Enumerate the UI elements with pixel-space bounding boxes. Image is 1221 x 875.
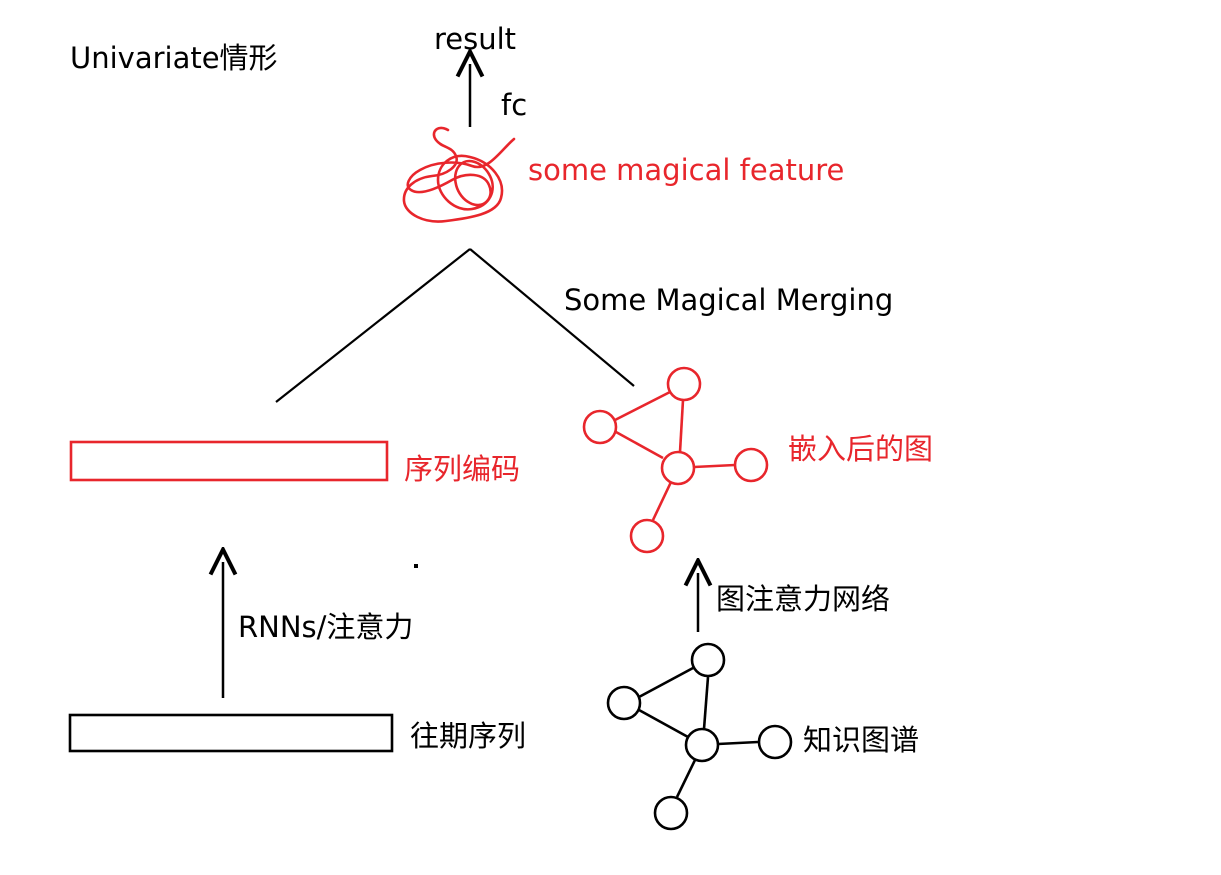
embedded-graph-edge (614, 390, 671, 422)
knowledge-graph-edge (638, 666, 694, 699)
knowledge-graph-edge (717, 740, 759, 746)
knowledge-graph-node (757, 724, 793, 760)
encoded-sequence-box (69, 440, 389, 482)
embedded-graph-node (660, 450, 696, 486)
knowledge-graph-label: 知识图谱 (803, 723, 919, 757)
diagram-title: Univariate情形 (70, 41, 278, 75)
encoded-sequence-label: 序列编码 (404, 452, 520, 486)
embedded-graph-label: 嵌入后的图 (788, 432, 933, 466)
diagram-svg: Univariate情形 result fc some magical feat… (68, 22, 933, 831)
knowledge-graph-node (606, 685, 642, 721)
input-sequence-box (68, 713, 394, 753)
knowledge-graph-node (690, 642, 726, 678)
fc-label: fc (501, 88, 527, 122)
input-sequence-label: 往期序列 (410, 719, 526, 753)
embedded-graph-edge (678, 399, 685, 453)
embedded-graph-node (666, 366, 702, 402)
knowledge-graph-node (684, 727, 720, 763)
feature-label: some magical feature (528, 153, 844, 187)
embedded-graph-node (629, 518, 665, 554)
embedded-graph-edge (693, 463, 736, 469)
knowledge-graph-edge (675, 759, 697, 798)
knowledge-graph-edge (702, 676, 710, 730)
knowledge-graph (606, 642, 793, 831)
merge-line-right (469, 248, 635, 387)
rnn-label: RNNs/注意力 (238, 610, 413, 644)
knowledge-graph-node (653, 795, 689, 831)
knowledge-graph-edge (638, 708, 689, 739)
merging-label: Some Magical Merging (564, 283, 893, 317)
embedded-graph-edge (615, 430, 664, 460)
result-label: result (434, 22, 516, 56)
diagram-canvas: Univariate情形 result fc some magical feat… (0, 0, 1221, 875)
merge-line-left (275, 248, 471, 403)
embedded-graph-edge (651, 481, 673, 521)
stray-dot (414, 564, 418, 568)
embedded-graph (582, 366, 769, 554)
magical-feature-scribble (402, 126, 516, 223)
embedded-graph-node (582, 409, 618, 445)
embedded-graph-node (733, 447, 769, 483)
gat-label: 图注意力网络 (716, 582, 890, 616)
